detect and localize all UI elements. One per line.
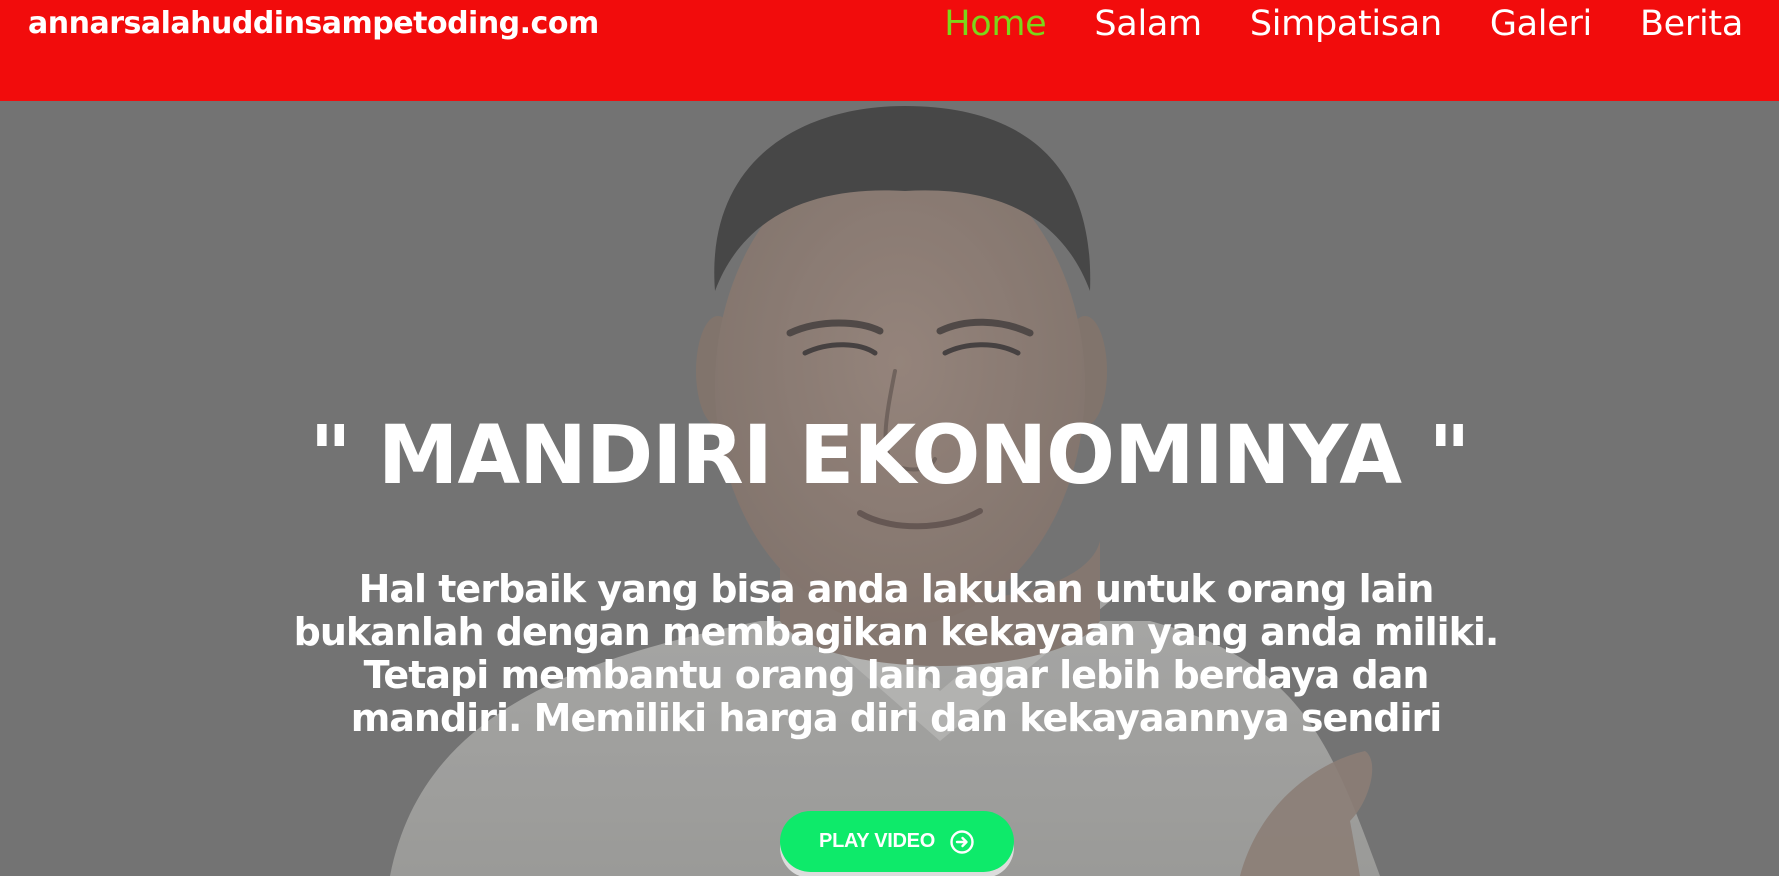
nav-item-berita: Berita bbox=[1640, 4, 1743, 44]
nav-link-berita[interactable]: Berita bbox=[1640, 4, 1743, 44]
hero-section: " MANDIRI EKONOMINYA " Hal terbaik yang … bbox=[0, 101, 1779, 876]
nav-item-home: Home bbox=[944, 4, 1046, 44]
nav-item-galeri: Galeri bbox=[1490, 4, 1592, 44]
nav-link-simpatisan[interactable]: Simpatisan bbox=[1250, 4, 1442, 44]
nav-link-home[interactable]: Home bbox=[944, 4, 1046, 44]
nav-link-galeri[interactable]: Galeri bbox=[1490, 4, 1592, 44]
hero-subtext: Hal terbaik yang bisa anda lakukan untuk… bbox=[293, 567, 1500, 740]
arrow-circle-right-icon bbox=[949, 829, 975, 855]
play-video-button[interactable]: PLAY VIDEO bbox=[780, 811, 1014, 872]
main-nav: Home Salam Simpatisan Galeri Berita bbox=[944, 4, 1743, 44]
nav-item-salam: Salam bbox=[1094, 4, 1202, 44]
play-video-label: PLAY VIDEO bbox=[819, 830, 935, 852]
site-header: annarsalahuddinsampetoding.com Home Sala… bbox=[0, 0, 1779, 101]
site-brand-link[interactable]: annarsalahuddinsampetoding.com bbox=[28, 6, 599, 41]
page: annarsalahuddinsampetoding.com Home Sala… bbox=[0, 0, 1779, 876]
hero-headline: " MANDIRI EKONOMINYA " bbox=[309, 409, 1470, 503]
nav-link-salam[interactable]: Salam bbox=[1094, 4, 1202, 44]
nav-item-simpatisan: Simpatisan bbox=[1250, 4, 1442, 44]
